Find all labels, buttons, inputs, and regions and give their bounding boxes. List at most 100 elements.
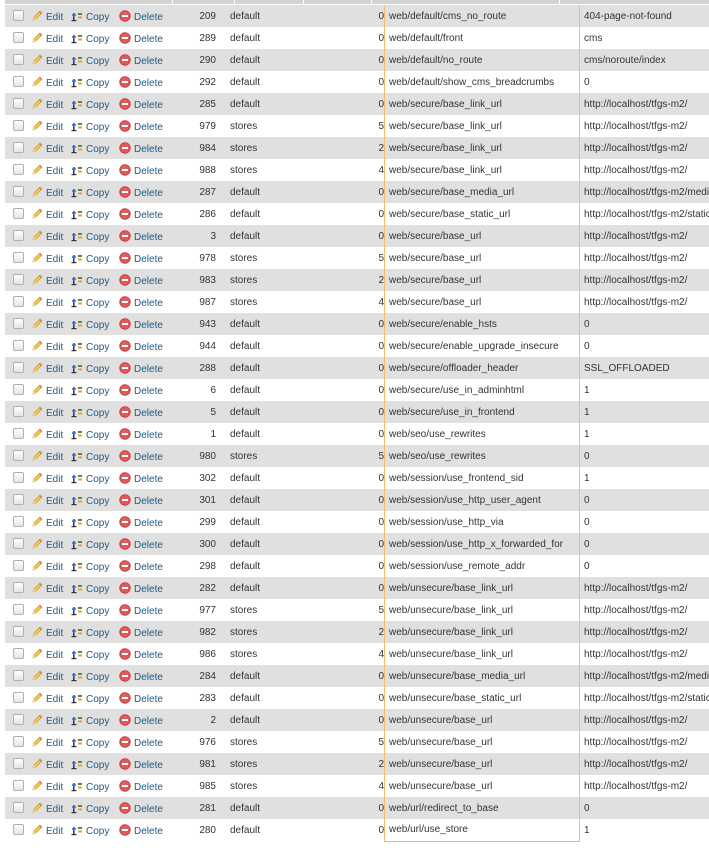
copy-link[interactable]: Copy: [71, 672, 109, 683]
row-checkbox[interactable]: [13, 406, 24, 418]
edit-link[interactable]: Edit: [31, 142, 63, 155]
copy-link[interactable]: Copy: [71, 584, 109, 595]
edit-link[interactable]: Edit: [31, 406, 63, 419]
row-checkbox[interactable]: [13, 98, 24, 110]
delete-link[interactable]: Delete: [119, 53, 163, 67]
edit-link[interactable]: Edit: [31, 318, 63, 331]
row-checkbox[interactable]: [13, 780, 24, 792]
delete-link[interactable]: Delete: [119, 669, 163, 683]
delete-link[interactable]: Delete: [119, 207, 163, 221]
delete-link[interactable]: Delete: [119, 735, 163, 749]
copy-link[interactable]: Copy: [71, 562, 109, 573]
delete-link[interactable]: Delete: [119, 515, 163, 529]
edit-link[interactable]: Edit: [31, 758, 63, 771]
row-checkbox[interactable]: [13, 648, 24, 660]
copy-link[interactable]: Copy: [71, 474, 109, 485]
delete-link[interactable]: Delete: [119, 229, 163, 243]
delete-link[interactable]: Delete: [119, 779, 163, 793]
row-checkbox[interactable]: [13, 802, 24, 814]
row-checkbox[interactable]: [13, 494, 24, 506]
delete-link[interactable]: Delete: [119, 295, 163, 309]
copy-link[interactable]: Copy: [71, 518, 109, 529]
delete-link[interactable]: Delete: [119, 339, 163, 353]
delete-link[interactable]: Delete: [119, 251, 163, 265]
row-checkbox[interactable]: [13, 76, 24, 88]
row-checkbox[interactable]: [13, 186, 24, 198]
row-checkbox[interactable]: [13, 120, 24, 132]
edit-link[interactable]: Edit: [31, 274, 63, 287]
copy-link[interactable]: Copy: [71, 100, 109, 111]
row-checkbox[interactable]: [13, 230, 24, 242]
delete-link[interactable]: Delete: [119, 471, 163, 485]
edit-link[interactable]: Edit: [31, 516, 63, 529]
copy-link[interactable]: Copy: [71, 606, 109, 617]
copy-link[interactable]: Copy: [71, 122, 109, 133]
copy-link[interactable]: Copy: [71, 386, 109, 397]
copy-link[interactable]: Copy: [71, 144, 109, 155]
copy-link[interactable]: Copy: [71, 804, 109, 815]
row-checkbox[interactable]: [13, 318, 24, 330]
edit-link[interactable]: Edit: [31, 10, 63, 23]
edit-link[interactable]: Edit: [31, 76, 63, 89]
edit-link[interactable]: Edit: [31, 692, 63, 705]
copy-link[interactable]: Copy: [71, 12, 109, 23]
copy-link[interactable]: Copy: [71, 78, 109, 89]
copy-link[interactable]: Copy: [71, 254, 109, 265]
edit-link[interactable]: Edit: [31, 736, 63, 749]
copy-link[interactable]: Copy: [71, 34, 109, 45]
row-checkbox[interactable]: [13, 714, 24, 726]
edit-link[interactable]: Edit: [31, 450, 63, 463]
row-checkbox[interactable]: [13, 670, 24, 682]
delete-link[interactable]: Delete: [119, 427, 163, 441]
delete-link[interactable]: Delete: [119, 449, 163, 463]
delete-link[interactable]: Delete: [119, 603, 163, 617]
delete-link[interactable]: Delete: [119, 405, 163, 419]
copy-link[interactable]: Copy: [71, 716, 109, 727]
copy-link[interactable]: Copy: [71, 650, 109, 661]
row-checkbox[interactable]: [13, 538, 24, 550]
copy-link[interactable]: Copy: [71, 298, 109, 309]
delete-link[interactable]: Delete: [119, 647, 163, 661]
copy-link[interactable]: Copy: [71, 628, 109, 639]
delete-link[interactable]: Delete: [119, 537, 163, 551]
edit-link[interactable]: Edit: [31, 824, 63, 837]
copy-link[interactable]: Copy: [71, 210, 109, 221]
edit-link[interactable]: Edit: [31, 230, 63, 243]
edit-link[interactable]: Edit: [31, 208, 63, 221]
edit-link[interactable]: Edit: [31, 538, 63, 551]
copy-link[interactable]: Copy: [71, 760, 109, 771]
row-checkbox[interactable]: [13, 340, 24, 352]
edit-link[interactable]: Edit: [31, 54, 63, 67]
delete-link[interactable]: Delete: [119, 317, 163, 331]
edit-link[interactable]: Edit: [31, 714, 63, 727]
row-checkbox[interactable]: [13, 472, 24, 484]
delete-link[interactable]: Delete: [119, 75, 163, 89]
copy-link[interactable]: Copy: [71, 496, 109, 507]
delete-link[interactable]: Delete: [119, 383, 163, 397]
copy-link[interactable]: Copy: [71, 452, 109, 463]
copy-link[interactable]: Copy: [71, 56, 109, 67]
row-checkbox[interactable]: [13, 604, 24, 616]
row-checkbox[interactable]: [13, 10, 24, 22]
copy-link[interactable]: Copy: [71, 166, 109, 177]
row-checkbox[interactable]: [13, 582, 24, 594]
delete-link[interactable]: Delete: [119, 713, 163, 727]
row-checkbox[interactable]: [13, 736, 24, 748]
delete-link[interactable]: Delete: [119, 823, 163, 837]
edit-link[interactable]: Edit: [31, 780, 63, 793]
row-checkbox[interactable]: [13, 824, 24, 836]
edit-link[interactable]: Edit: [31, 582, 63, 595]
copy-link[interactable]: Copy: [71, 342, 109, 353]
delete-link[interactable]: Delete: [119, 185, 163, 199]
delete-link[interactable]: Delete: [119, 9, 163, 23]
edit-link[interactable]: Edit: [31, 428, 63, 441]
delete-link[interactable]: Delete: [119, 757, 163, 771]
row-checkbox[interactable]: [13, 362, 24, 374]
row-checkbox[interactable]: [13, 560, 24, 572]
edit-link[interactable]: Edit: [31, 604, 63, 617]
row-checkbox[interactable]: [13, 428, 24, 440]
row-checkbox[interactable]: [13, 384, 24, 396]
row-checkbox[interactable]: [13, 758, 24, 770]
row-checkbox[interactable]: [13, 296, 24, 308]
row-checkbox[interactable]: [13, 274, 24, 286]
